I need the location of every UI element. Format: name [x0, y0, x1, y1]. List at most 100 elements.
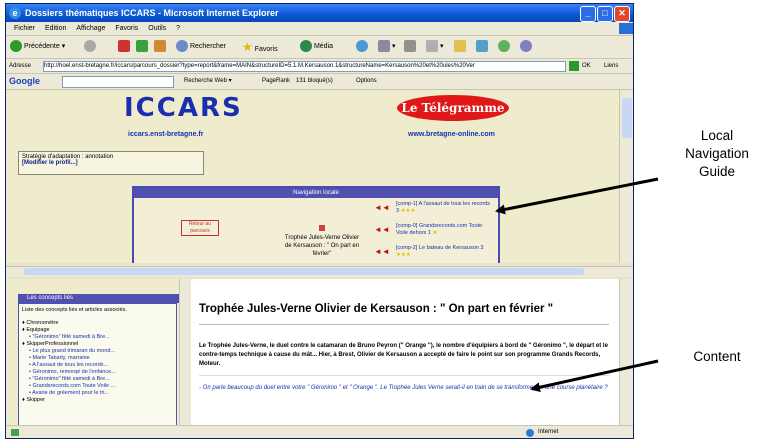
- concept-item[interactable]: ♦ Chronométre: [19, 320, 176, 327]
- article-title: Trophée Jules-Verne Olivier de Kersauson…: [199, 303, 554, 315]
- arrow-left-icon: ◄◄: [374, 247, 390, 256]
- menu-edition[interactable]: Edition: [45, 25, 66, 32]
- menu-help[interactable]: ?: [176, 25, 180, 32]
- concepts-intro: Liste des concepts liés et articles asso…: [22, 307, 127, 313]
- stop-button[interactable]: [118, 40, 130, 54]
- modify-profile-link[interactable]: [Modifier le profil...]: [22, 160, 78, 166]
- concept-item[interactable]: ♦ SkipperProfessionnel: [19, 341, 176, 348]
- refresh-icon: [136, 40, 148, 53]
- back-to-route-button[interactable]: Retour au parcours: [181, 220, 219, 236]
- article-link[interactable]: • "Géronimo" fêté samedi à Bre...: [19, 334, 176, 341]
- address-bar: Adresse http://hoel.enst-bretagne.fr/icc…: [6, 59, 633, 74]
- links-button[interactable]: Liens: [604, 59, 618, 73]
- telegramme-logo[interactable]: Le Télégramme: [397, 95, 509, 121]
- mail-icon: [378, 40, 390, 53]
- strategy-box: Stratégie d'adaptation : annotation [Mod…: [18, 151, 204, 175]
- research-button[interactable]: [476, 40, 488, 54]
- vertical-scrollbar-right[interactable]: [619, 279, 633, 425]
- iccars-url[interactable]: iccars.enst-bretagne.fr: [128, 131, 203, 138]
- menu-favoris[interactable]: Favoris: [115, 25, 138, 32]
- favorites-button[interactable]: ★ Favoris: [242, 40, 278, 54]
- article-lead: Le Trophée Jules-Verne, le duel contre l…: [199, 343, 608, 367]
- horizontal-scrollbar-top[interactable]: [6, 266, 633, 277]
- ie-logo-icon: e: [9, 7, 21, 19]
- pagerank-indicator: PageRank: [262, 78, 291, 84]
- article-link[interactable]: • Le plus grand trimaran du mond...: [19, 348, 176, 355]
- history-icon: [356, 40, 368, 53]
- annotation-local-nav-guide: Local Navigation Guide: [685, 128, 749, 179]
- search-button[interactable]: Rechercher: [176, 40, 226, 54]
- internet-zone: Internet: [538, 429, 559, 435]
- address-input[interactable]: http://hoel.enst-bretagne.fr/iccars/parc…: [43, 61, 566, 72]
- scroll-thumb[interactable]: [24, 268, 584, 275]
- maximize-button[interactable]: □: [597, 6, 613, 22]
- navigation-header: Navigation locale: [134, 188, 498, 198]
- minimize-button[interactable]: _: [580, 6, 596, 22]
- media-icon: [300, 40, 312, 53]
- telegramme-url[interactable]: www.bretagne-online.com: [408, 131, 495, 138]
- home-icon: [154, 40, 166, 53]
- discuss-icon: [454, 40, 466, 53]
- iccars-logo: ICCARS: [124, 93, 243, 123]
- back-arrow-icon: [10, 40, 22, 53]
- current-document: Trophée Jules-Verne Olivier de Kersauson…: [282, 225, 362, 258]
- browser-window: e Dossiers thématiques ICCARS - Microsof…: [5, 3, 634, 439]
- print-button[interactable]: [404, 40, 416, 54]
- window-title: Dossiers thématiques ICCARS - Microsoft …: [25, 8, 279, 18]
- tools-button[interactable]: [520, 40, 532, 54]
- discuss-button[interactable]: [454, 40, 466, 54]
- header-frame: ICCARS iccars.enst-bretagne.fr Le Télégr…: [6, 90, 619, 263]
- menu-outils[interactable]: Outils: [148, 25, 166, 32]
- web-search-button[interactable]: Recherche Web ▾: [184, 74, 232, 89]
- back-button[interactable]: Précédente ▾: [10, 40, 65, 54]
- page-done-icon: [11, 429, 19, 436]
- search-icon: [176, 40, 188, 53]
- annotation-content: Content: [693, 349, 741, 364]
- stop-icon: [118, 40, 130, 53]
- menu-bar: Fichier Edition Affichage Favoris Outils…: [6, 22, 633, 36]
- article-link[interactable]: • "Géronimo" fêté samedi à Bre...: [19, 376, 176, 383]
- status-bar: Internet: [6, 425, 633, 438]
- home-button[interactable]: [154, 40, 166, 54]
- refresh-button[interactable]: [136, 40, 148, 54]
- print-icon: [404, 40, 416, 53]
- popup-blocker[interactable]: 131 bloqué(s): [296, 74, 333, 89]
- article-link[interactable]: • Grandsrecords.com Toute Voile ...: [19, 383, 176, 390]
- messenger-button[interactable]: [498, 40, 510, 54]
- address-label: Adresse: [9, 63, 32, 69]
- windows-flag-icon: [619, 23, 633, 34]
- internet-zone-icon: [526, 429, 534, 437]
- media-button[interactable]: Média: [300, 40, 333, 54]
- vertical-scrollbar-top[interactable]: [619, 90, 633, 263]
- go-arrow-icon[interactable]: [569, 61, 579, 71]
- article-link[interactable]: • Avarie de gréement pour le tri...: [19, 390, 176, 397]
- article-link[interactable]: • Marie Tabarly, marraine: [19, 355, 176, 362]
- google-search-input[interactable]: [62, 76, 174, 88]
- current-marker-icon: [319, 225, 325, 231]
- google-logo: Google: [9, 76, 40, 86]
- concepts-header: Les concepts liés: [18, 294, 179, 303]
- forward-button[interactable]: [84, 40, 96, 54]
- concepts-frame: Les concepts liés Liste des concepts lié…: [6, 279, 179, 425]
- title-bar[interactable]: e Dossiers thématiques ICCARS - Microsof…: [6, 4, 633, 22]
- options-button[interactable]: Options: [356, 74, 377, 89]
- edit-icon: [426, 40, 438, 53]
- close-button[interactable]: ✕: [614, 6, 630, 22]
- concepts-list: Liste des concepts liés et articles asso…: [18, 303, 177, 425]
- concept-item[interactable]: ♦ Equipage: [19, 327, 176, 334]
- history-button[interactable]: [356, 40, 368, 54]
- concept-item[interactable]: ♦ Skipper: [19, 397, 176, 404]
- edit-button[interactable]: ▾: [426, 40, 443, 54]
- menu-fichier[interactable]: Fichier: [14, 25, 35, 32]
- go-button[interactable]: OK: [582, 59, 591, 73]
- arrow-left-icon: ◄◄: [374, 203, 390, 212]
- article-link[interactable]: • Géronimo, remorqé de l'enfance...: [19, 369, 176, 376]
- google-toolbar: Google Recherche Web ▾ PageRank 131 bloq…: [6, 74, 633, 90]
- toolbar: Précédente ▾ Rechercher ★ Favoris Média …: [6, 36, 633, 59]
- article-frame: Trophée Jules-Verne Olivier de Kersauson…: [191, 279, 619, 425]
- article-link[interactable]: • A l'assaut de tous les records...: [19, 362, 176, 369]
- arrow-left-icon: ◄◄: [374, 225, 390, 234]
- mail-button[interactable]: ▾: [378, 40, 395, 54]
- menu-affichage[interactable]: Affichage: [76, 25, 105, 32]
- scroll-thumb[interactable]: [622, 98, 632, 138]
